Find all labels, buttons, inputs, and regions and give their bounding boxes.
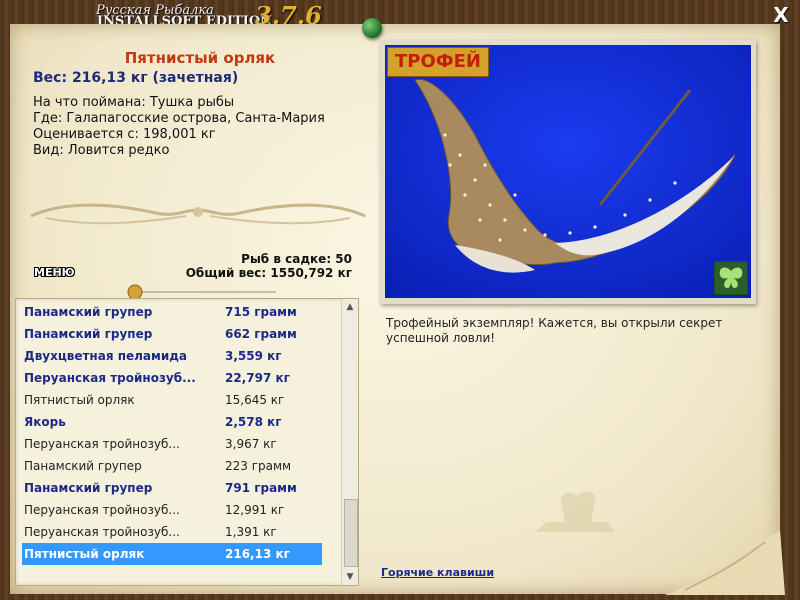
list-item-name: Перуанская тройнозуб... [24,503,180,517]
catch-weight: Вес: 216,13 кг (зачетная) [33,70,239,86]
list-item-name: Панамский групер [24,481,153,495]
list-item[interactable]: Пятнистый орляк 15,645 кг [22,389,322,411]
list-item-weight: 223 грамм [225,459,292,473]
list-item-name: Пятнистый орляк [24,393,135,407]
list-item[interactable]: Перуанская тройнозуб... 22,797 кг [22,367,322,389]
list-item-selected[interactable]: Пятнистый орляк 216,13 кг [22,543,322,565]
page-curl [665,530,785,595]
list-item-name: Пятнистый орляк [24,547,145,561]
list-item-weight: 715 грамм [225,305,297,319]
list-item-name: Перуанская тройнозуб... [24,371,196,385]
fish-count: Рыб в садке: 50 [241,252,352,266]
list-item[interactable]: Перуанская тройнозуб... 1,391 кг [22,521,322,543]
list-item-weight: 12,991 кг [225,503,285,517]
list-item-weight: 662 грамм [225,327,297,341]
trophy-message: Трофейный экземпляр! Кажется, вы открыли… [386,316,723,345]
list-item-weight: 216,13 кг [225,547,290,561]
close-button[interactable]: X [771,5,791,25]
list-item-name: Перуанская тройнозуб... [24,525,180,539]
catch-place: Где: Галапагосские острова, Санта-Мария [33,111,325,126]
list-item[interactable]: Панамский групер 223 грамм [22,455,322,477]
trophy-photo-frame [380,40,756,304]
list-item-name: Панамский групер [24,327,153,341]
trophy-badge: ТРОФЕЙ [387,47,489,77]
list-item[interactable]: Перуанская тройнозуб... 12,991 кг [22,499,322,521]
list-item[interactable]: Перуанская тройнозуб... 3,967 кг [22,433,322,455]
list-item-weight: 15,645 кг [225,393,285,407]
catch-list[interactable]: Панамский групер 715 грамм Панамский групе… [15,298,359,586]
catch-bait: На что поймана: Тушка рыбы [33,95,235,110]
scroll-down-icon[interactable]: ▼ [342,569,358,585]
list-item-name: Двухцветная пеламида [24,349,188,363]
catch-name: Пятнистый орляк [124,49,276,67]
total-weight: Общий вес: 1550,792 кг [185,266,352,280]
catch-value: Оценивается с: 198,001 кг [33,127,216,142]
scroll-thumb[interactable] [344,499,358,567]
ornament-divider [30,203,366,225]
list-item-weight: 3,967 кг [225,437,277,451]
list-item[interactable]: Панамский групер 662 грамм [22,323,322,345]
fish-photo [385,45,751,298]
list-scrollbar[interactable]: ▲ ▼ [341,299,358,585]
list-item-name: Перуанская тройнозуб... [24,437,180,451]
list-item-weight: 1,391 кг [225,525,277,539]
list-item-name: Панамский групер [24,459,142,473]
hotkeys-link[interactable]: Горячие клавиши [381,566,494,579]
list-item-name: Якорь [24,415,66,429]
list-item-name: Панамский групер [24,305,153,319]
list-item-weight: 3,559 кг [225,349,282,363]
list-item-weight: 791 грамм [225,481,297,495]
list-item[interactable]: Панамский групер 791 грамм [22,477,322,499]
menu-button[interactable]: МЕНЮ [34,266,75,279]
list-item[interactable]: Якорь 2,578 кг [22,411,322,433]
pushpin-icon [362,18,382,38]
scroll-up-icon[interactable]: ▲ [342,299,358,315]
list-item-weight: 2,578 кг [225,415,282,429]
list-item[interactable]: Двухцветная пеламида 3,559 кг [22,345,322,367]
stamp-icon [535,491,615,532]
list-item-weight: 22,797 кг [225,371,290,385]
catch-kind: Вид: Ловится редко [33,143,170,158]
butterfly-icon[interactable] [714,261,748,295]
list-item[interactable]: Панамский групер 715 грамм [22,301,322,323]
